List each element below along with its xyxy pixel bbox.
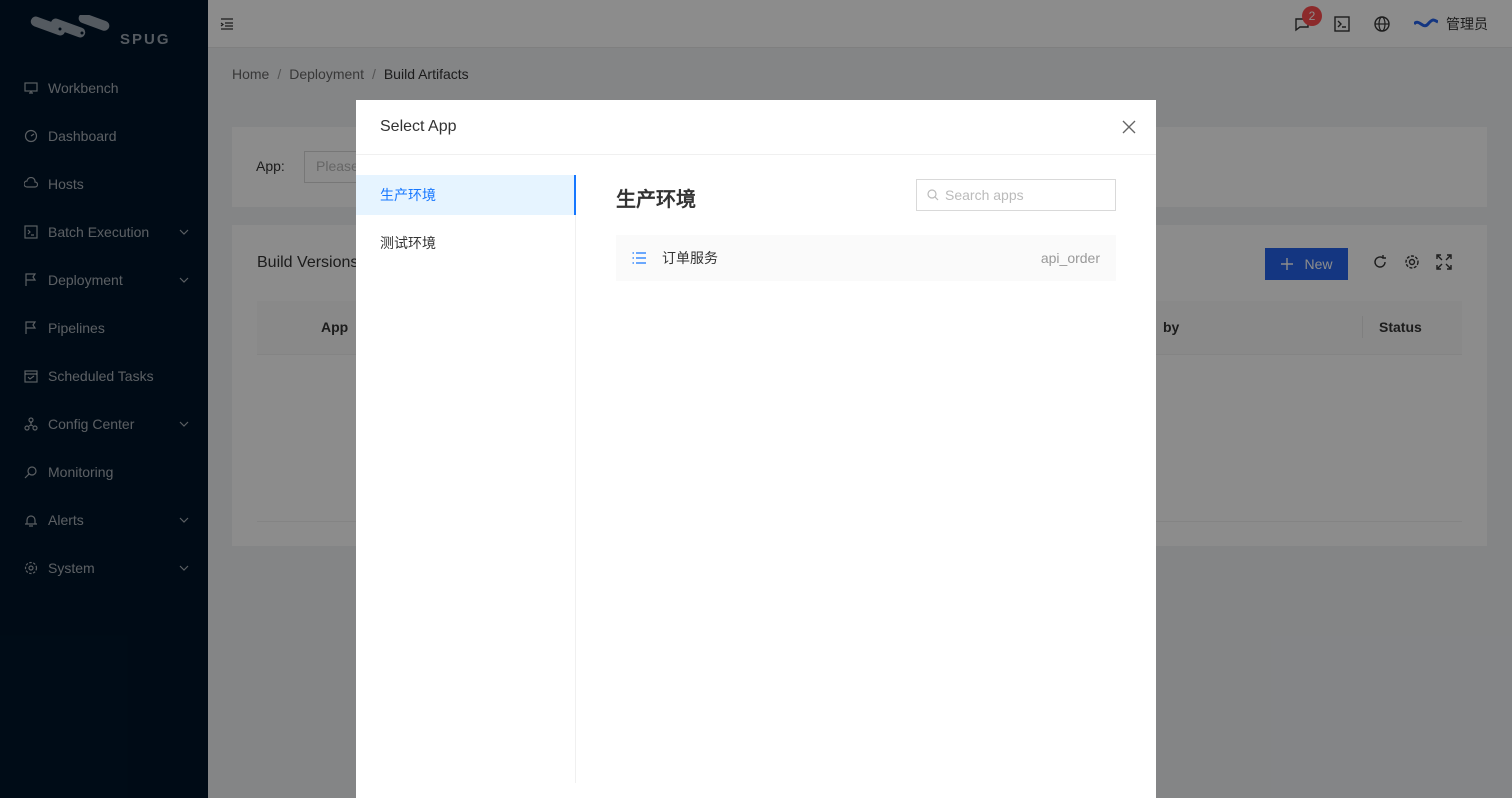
unordered-list-icon (632, 252, 646, 264)
select-app-modal: Select App 生产环境 测试环境 生产环境 订单服务 api_order (356, 100, 1156, 798)
tab-env-production[interactable]: 生产环境 (356, 175, 576, 215)
app-list-item[interactable]: 订单服务 api_order (616, 235, 1116, 281)
search-box[interactable] (916, 179, 1116, 211)
close-icon[interactable] (1122, 120, 1136, 134)
env-title: 生产环境 (616, 189, 696, 211)
modal-title: Select App (380, 118, 457, 135)
tab-env-testing[interactable]: 测试环境 (356, 223, 575, 263)
env-tabs: 生产环境 测试环境 (356, 175, 576, 783)
search-icon (927, 189, 939, 201)
app-key: api_order (1040, 250, 1100, 266)
app-name: 订单服务 (662, 250, 718, 266)
modal-header: Select App (356, 100, 1156, 155)
search-input[interactable] (945, 187, 1105, 203)
